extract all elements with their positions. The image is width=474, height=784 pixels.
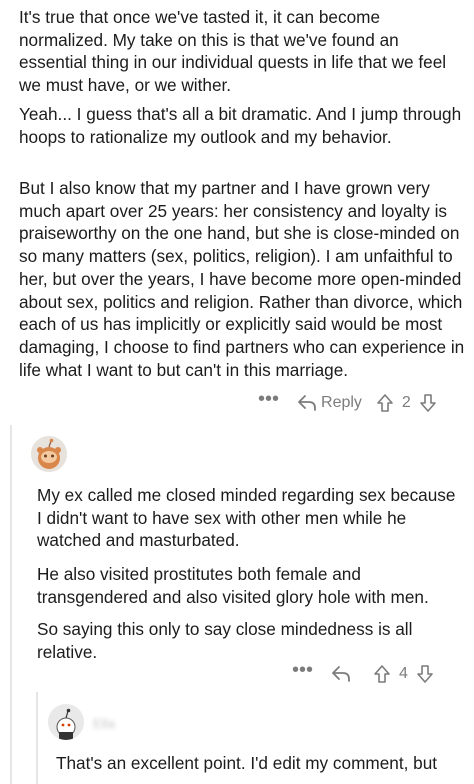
- vote-count: 2: [401, 394, 411, 411]
- username[interactable]: Ella: [93, 716, 115, 731]
- vote-controls: 2: [376, 393, 437, 413]
- avatar[interactable]: [31, 436, 67, 472]
- upvote-icon[interactable]: [373, 664, 391, 684]
- comment-paragraph-3: But I also know that my partner and I ha…: [19, 178, 465, 380]
- thread-line[interactable]: [10, 425, 12, 784]
- reply-icon: [332, 666, 350, 682]
- comment-actions: ••• Reply 2: [258, 389, 437, 415]
- reply1-actions: ••• 4: [292, 660, 434, 686]
- more-options-button[interactable]: •••: [258, 389, 279, 409]
- reply-button[interactable]: Reply: [297, 394, 362, 412]
- vote-controls: 4: [373, 664, 434, 684]
- more-options-button[interactable]: •••: [292, 660, 313, 680]
- thread-line[interactable]: [36, 692, 38, 784]
- comment-paragraph-1: It's true that once we've tasted it, it …: [19, 7, 447, 96]
- comment-paragraph-2: Yeah... I guess that's all a bit dramati…: [19, 104, 462, 147]
- reply-icon: [298, 395, 316, 411]
- reply-label: Reply: [321, 394, 362, 411]
- downvote-icon[interactable]: [419, 393, 437, 413]
- reply-button[interactable]: [331, 665, 351, 683]
- downvote-icon[interactable]: [416, 664, 434, 684]
- avatar[interactable]: [48, 704, 84, 740]
- reply1-paragraph-2: He also visited prostitutes both female …: [37, 564, 429, 607]
- reply1-paragraph-1: My ex called me closed minded regarding …: [37, 485, 456, 551]
- avatar-icon: [31, 436, 67, 472]
- vote-count: 4: [399, 665, 408, 682]
- reply1-paragraph-3: So saying this only to say close mindedn…: [37, 619, 413, 662]
- upvote-icon[interactable]: [376, 393, 394, 413]
- avatar-icon: [48, 704, 84, 740]
- reply2-paragraph-1: That's an excellent point. I'd edit my c…: [56, 753, 438, 773]
